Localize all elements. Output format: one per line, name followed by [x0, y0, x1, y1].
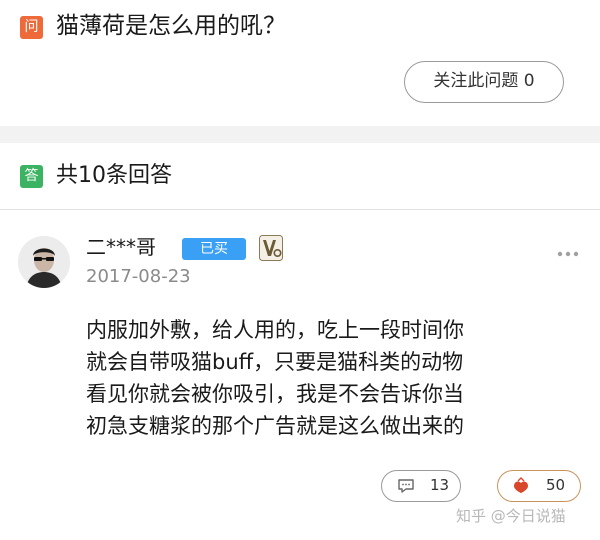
answer-line: 看见你就会被你吸引，我是不会告诉你当	[86, 382, 464, 406]
like-icon	[514, 477, 528, 493]
bought-badge: 已买	[182, 238, 246, 260]
answer-line: 初急支糖浆的那个广告就是这么做出来的	[86, 414, 464, 438]
answer-date: 2017-08-23	[86, 266, 191, 287]
answer-line: 就会自带吸猫buff，只要是猫科类的动物	[86, 350, 464, 374]
answer-body: 内服加外敷，给人用的，吃上一段时间你 就会自带吸猫buff，只要是猫科类的动物 …	[86, 314, 576, 442]
like-count: 50	[546, 476, 566, 494]
answer-count: 共10条回答	[56, 163, 172, 188]
more-options-icon[interactable]	[556, 244, 580, 257]
like-button[interactable]: 50	[497, 470, 581, 502]
answer-line: 内服加外敷，给人用的，吃上一段时间你	[86, 318, 464, 342]
level-badge-icon	[259, 235, 283, 261]
comment-button[interactable]: 13	[381, 470, 461, 502]
question-badge: 问	[20, 16, 43, 39]
author-name[interactable]: 二***哥	[86, 232, 156, 262]
avatar[interactable]	[18, 236, 70, 288]
question-header: 问 猫薄荷是怎么用的吼？ 关注此问题 0	[0, 0, 600, 126]
question-title[interactable]: 猫薄荷是怎么用的吼？	[56, 8, 286, 44]
comment-icon	[398, 479, 414, 493]
answer-badge: 答	[20, 165, 43, 188]
section-gap	[0, 126, 600, 143]
follow-question-button[interactable]: 关注此问题 0	[404, 61, 564, 103]
comment-count: 13	[430, 476, 450, 494]
divider	[0, 209, 600, 210]
watermark: 知乎 @今日说猫	[456, 507, 566, 525]
